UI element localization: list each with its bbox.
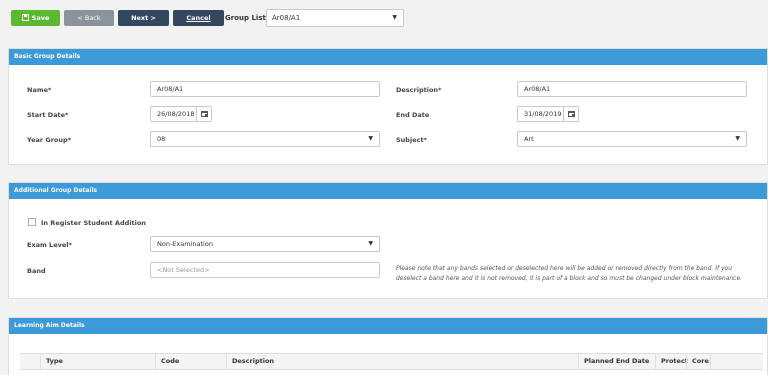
end-date-input[interactable]: 31/08/2019 [517,106,579,122]
group-list-select[interactable]: Ar08/A1 ▼ [266,9,404,27]
end-date-label: End Date [396,111,430,119]
save-icon [21,14,29,21]
group-list-value: Ar08/A1 [272,14,301,22]
name-value: Ar08/A1 [157,85,184,93]
column-protect[interactable]: Protect [655,354,688,369]
year-group-select[interactable]: 08 ▼ [150,131,380,147]
subject-value: Art [524,135,534,143]
next-button[interactable]: Next > [118,9,169,26]
year-group-value: 08 [157,135,166,143]
band-label: Band [27,267,46,275]
basic-group-header: Basic Group Details [9,49,767,65]
subject-label: Subject* [396,136,427,144]
save-button-label: Save [31,13,50,22]
exam-level-value: Non-Examination [157,240,213,248]
register-student-checkbox[interactable] [28,218,36,226]
start-date-input[interactable]: 26/08/2018 [150,106,212,122]
exam-level-select[interactable]: Non-Examination ▼ [150,236,380,252]
cancel-button-label: Cancel [186,13,211,22]
subject-select[interactable]: Art ▼ [517,131,747,147]
additional-group-panel: Additional Group Details In Register Stu… [8,182,768,299]
end-date-calendar-button[interactable] [563,107,578,121]
back-button-label: < Back [77,13,101,22]
band-input[interactable]: <Not Selected> [150,262,380,278]
column-description[interactable]: Description [226,354,578,369]
name-input[interactable]: Ar08/A1 [150,81,380,97]
next-button-label: Next > [131,13,156,22]
start-date-calendar-button[interactable] [196,107,211,121]
start-date-value: 26/08/2018 [157,110,195,118]
column-extra [710,354,736,369]
name-label: Name* [27,86,52,94]
group-list-label: Group List: [225,14,269,22]
cancel-button[interactable]: Cancel [173,9,224,26]
basic-group-panel: Basic Group Details Name* Ar08/A1 Descri… [8,48,768,165]
description-value: Ar08/A1 [524,85,551,93]
column-type[interactable]: Type [40,354,155,369]
calendar-icon [567,111,575,117]
back-button[interactable]: < Back [64,9,114,26]
column-planned-end-date[interactable]: Planned End Date [578,354,655,369]
band-note: Please note that any bands selected or d… [396,265,743,282]
save-button[interactable]: Save [11,9,60,26]
additional-group-header: Additional Group Details [9,183,767,199]
calendar-icon [200,111,208,117]
year-group-label: Year Group* [27,136,72,144]
description-input[interactable]: Ar08/A1 [517,81,747,97]
column-core[interactable]: Core [686,354,710,369]
start-date-label: Start Date* [27,111,69,119]
band-placeholder: <Not Selected> [157,266,210,274]
description-label: Description* [396,86,442,94]
learning-aim-panel: Learning Aim Details Type Code Descripti… [8,317,768,375]
toolbar: Save < Back Next > Cancel [11,9,228,26]
learning-aim-grid-header: Type Code Description Planned End Date P… [20,353,763,370]
column-code[interactable]: Code [155,354,226,369]
end-date-value: 31/08/2019 [524,110,562,118]
exam-level-label: Exam Level* [27,241,72,249]
register-student-label: In Register Student Addition [41,219,146,227]
chevron-down-icon: ▼ [368,240,373,247]
chevron-down-icon: ▼ [392,14,397,21]
chevron-down-icon: ▼ [368,135,373,142]
learning-aim-header: Learning Aim Details [9,318,767,334]
chevron-down-icon: ▼ [735,135,740,142]
